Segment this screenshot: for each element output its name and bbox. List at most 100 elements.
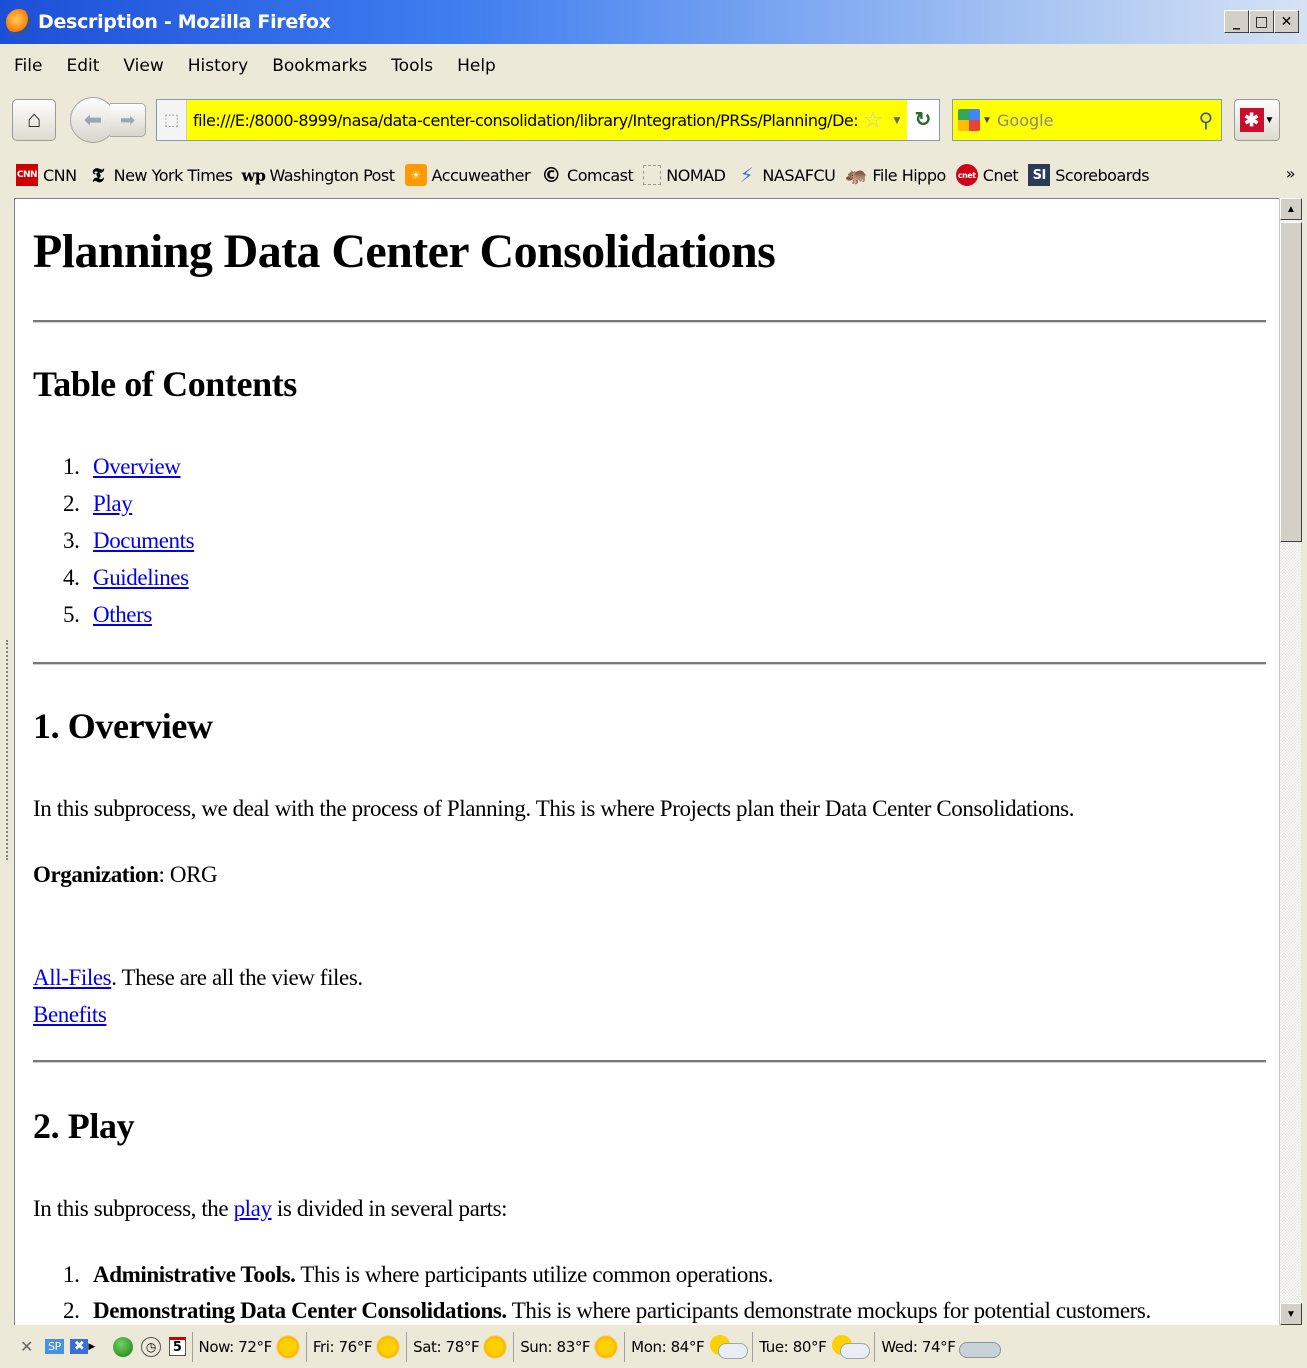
address-bar[interactable]: ⬚ file:///E:/8000-8999/nasa/data-center-… bbox=[156, 99, 940, 141]
separator bbox=[305, 1331, 307, 1362]
list-item-text: This is where participants utilize commo… bbox=[295, 1262, 773, 1287]
bookmark-nyt[interactable]: 𝕿 New York Times bbox=[87, 163, 233, 187]
menu-help[interactable]: Help bbox=[457, 56, 496, 76]
bookmark-washington-post[interactable]: wp Washington Post bbox=[241, 164, 395, 186]
toc-link-documents[interactable]: Documents bbox=[93, 528, 195, 553]
benefits-link[interactable]: Benefits bbox=[33, 1002, 107, 1027]
bookmark-cnn[interactable]: CNN CNN bbox=[16, 164, 77, 186]
bookmark-nomad[interactable]: NOMAD bbox=[643, 165, 726, 185]
play-link[interactable]: play bbox=[234, 1196, 272, 1221]
bookmark-star-icon[interactable]: ☆ bbox=[859, 100, 887, 140]
bookmark-nasafcu[interactable]: ⚡ NASAFCU bbox=[735, 163, 836, 187]
separator bbox=[752, 1331, 754, 1362]
menu-view[interactable]: View bbox=[123, 56, 163, 76]
partly-cloudy-icon bbox=[708, 1334, 749, 1359]
toc-link-others[interactable]: Others bbox=[93, 602, 152, 627]
scroll-thumb[interactable] bbox=[1280, 222, 1302, 542]
navigation-toolbar: ⌂ ⬅ ➡ ⬚ file:///E:/8000-8999/nasa/data-c… bbox=[0, 88, 1307, 152]
nasafcu-icon: ⚡ bbox=[739, 163, 754, 187]
weather-wed[interactable]: Wed: 74°F bbox=[881, 1336, 1002, 1358]
page-title: Planning Data Center Consolidations bbox=[33, 225, 776, 278]
weather-tue[interactable]: Tue: 80°F bbox=[759, 1334, 871, 1359]
green-status-icon[interactable] bbox=[112, 1336, 133, 1357]
sidebar-grip[interactable] bbox=[6, 640, 12, 860]
list-item-title: Administrative Tools. bbox=[93, 1262, 296, 1287]
close-button[interactable]: ✕ bbox=[1274, 10, 1299, 33]
bookmarks-overflow-chevron-icon[interactable]: » bbox=[1286, 164, 1296, 183]
play-intro: In this subprocess, the play is divided … bbox=[33, 1195, 508, 1223]
site-identity-icon[interactable]: ⬚ bbox=[157, 100, 187, 140]
reload-button[interactable]: ↻ bbox=[907, 100, 939, 140]
list-item: 2. Demonstrating Data Center Consolidatio… bbox=[63, 1297, 1151, 1325]
weather-fri[interactable]: Fri: 76°F bbox=[313, 1334, 401, 1359]
toc-number: 5. bbox=[63, 602, 80, 627]
home-button[interactable]: ⌂ bbox=[12, 99, 56, 141]
maximize-button[interactable]: □ bbox=[1249, 10, 1274, 33]
window-title: Description - Mozilla Firefox bbox=[38, 11, 331, 33]
comcast-icon: © bbox=[541, 163, 561, 187]
weather-label: Mon: 84°F bbox=[631, 1337, 705, 1356]
menu-file[interactable]: File bbox=[14, 56, 42, 76]
minimize-button[interactable]: _ bbox=[1224, 10, 1249, 33]
scroll-down-button[interactable]: ▼ bbox=[1280, 1303, 1302, 1325]
bookmark-accuweather[interactable]: ☀ Accuweather bbox=[404, 164, 531, 186]
toc-link-guidelines[interactable]: Guidelines bbox=[93, 565, 189, 590]
list-number: 2. bbox=[63, 1298, 80, 1323]
bookmark-label: Washington Post bbox=[269, 165, 395, 185]
google-icon bbox=[958, 109, 981, 131]
accuweather-icon: ☀ bbox=[404, 164, 427, 186]
bookmarks-toolbar: CNN CNN 𝕿 New York Times wp Washington P… bbox=[0, 152, 1307, 198]
page-icon bbox=[643, 165, 662, 185]
nyt-icon: 𝕿 bbox=[91, 163, 104, 187]
calendar-icon[interactable]: 5 bbox=[168, 1337, 186, 1356]
status-bar: ✕ SP ✖ ▶ ◷ 5 Now: 72°F Fri: 76°F Sat: 78… bbox=[0, 1325, 1307, 1368]
bookmark-scoreboards[interactable]: SI Scoreboards bbox=[1028, 164, 1150, 186]
weather-sun[interactable]: Sun: 83°F bbox=[520, 1334, 619, 1359]
list-item-title: Demonstrating Data Center Consolidations… bbox=[93, 1298, 507, 1323]
divider bbox=[33, 320, 1266, 323]
weather-mon[interactable]: Mon: 84°F bbox=[631, 1334, 749, 1359]
sun-icon bbox=[594, 1334, 619, 1359]
weather-label: Now: 72°F bbox=[198, 1337, 273, 1356]
page-viewport: Planning Data Center Consolidations Tabl… bbox=[14, 198, 1279, 1325]
partly-cloudy-icon bbox=[830, 1334, 871, 1359]
vertical-scrollbar[interactable]: ▲ ▼ bbox=[1279, 198, 1302, 1325]
scroll-up-button[interactable]: ▲ bbox=[1280, 198, 1302, 220]
search-bar[interactable]: ▼ Google ⚲ bbox=[952, 99, 1222, 141]
menu-edit[interactable]: Edit bbox=[66, 56, 99, 76]
weather-now[interactable]: Now: 72°F bbox=[198, 1334, 300, 1359]
back-arrow-icon: ⬅ bbox=[83, 107, 103, 132]
bookmark-comcast[interactable]: © Comcast bbox=[540, 163, 634, 187]
menu-tools[interactable]: Tools bbox=[391, 56, 433, 76]
url-input[interactable]: file:///E:/8000-8999/nasa/data-center-co… bbox=[187, 100, 859, 140]
menu-history[interactable]: History bbox=[188, 56, 248, 76]
separator bbox=[874, 1331, 876, 1362]
addon-icon: ✱ bbox=[1239, 108, 1264, 132]
toc-link-play[interactable]: Play bbox=[93, 491, 133, 516]
weather-sat[interactable]: Sat: 78°F bbox=[413, 1334, 508, 1359]
chevron-right-icon[interactable]: ▶ bbox=[88, 1342, 95, 1352]
url-history-dropdown[interactable]: ▼ bbox=[887, 100, 907, 140]
bookmark-label: Scoreboards bbox=[1055, 165, 1150, 185]
addon-button[interactable]: ✱ ▼ bbox=[1234, 99, 1280, 141]
close-icon[interactable]: ✕ bbox=[20, 1337, 33, 1356]
forward-button[interactable]: ➡ bbox=[110, 103, 146, 137]
firefox-icon bbox=[6, 9, 32, 35]
bookmark-cnet[interactable]: cnet Cnet bbox=[955, 164, 1019, 186]
separator bbox=[406, 1331, 408, 1362]
section-heading-play: 2. Play bbox=[33, 1106, 135, 1146]
search-icon[interactable]: ⚲ bbox=[1191, 108, 1221, 133]
addon-x-icon[interactable]: ✖ bbox=[69, 1339, 89, 1354]
allfiles-link[interactable]: All-Files bbox=[33, 965, 112, 990]
sp-icon[interactable]: SP bbox=[45, 1339, 64, 1354]
search-engine-selector[interactable]: ▼ bbox=[953, 100, 997, 140]
bookmark-file-hippo[interactable]: 🦛 File Hippo bbox=[845, 164, 946, 186]
search-input[interactable]: Google bbox=[997, 111, 1191, 130]
sun-icon bbox=[275, 1334, 300, 1359]
bookmark-label: Cnet bbox=[982, 165, 1019, 185]
clock-icon[interactable]: ◷ bbox=[140, 1336, 161, 1357]
toc-item: 5. Others bbox=[63, 601, 152, 631]
bookmark-label: NASAFCU bbox=[762, 165, 836, 185]
menu-bookmarks[interactable]: Bookmarks bbox=[272, 56, 367, 76]
toc-link-overview[interactable]: Overview bbox=[93, 454, 181, 479]
